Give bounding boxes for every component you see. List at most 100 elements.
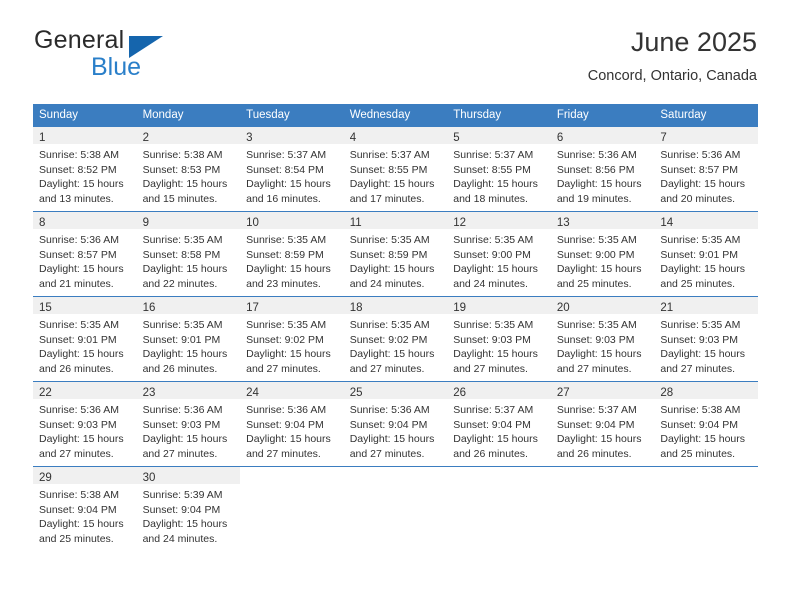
day-details: Sunrise: 5:37 AM Sunset: 8:55 PM Daylight:… (447, 144, 551, 206)
sunset-text: Sunset: 9:03 PM (556, 333, 635, 346)
calendar-day-cell[interactable]: 2 Sunrise: 5:38 AM Sunset: 8:53 PM Daylight… (136, 126, 241, 212)
daylight-text-line2: and 20 minutes. (660, 192, 736, 205)
daylight-text-line1: Daylight: 15 hours (349, 263, 435, 275)
page-header: General Blue June 2025 Concord, Ontario,… (33, 27, 757, 96)
calendar-day-cell[interactable]: 8 Sunrise: 5:36 AM Sunset: 8:57 PM Daylight… (33, 211, 137, 297)
day-cell-content: 29 Sunrise: 5:38 AM Sunset: 9:04 PM Dayligh… (33, 467, 137, 551)
day-details: Sunrise: 5:35 AM Sunset: 9:03 PM Daylight:… (654, 314, 758, 376)
calendar-day-cell[interactable]: 23 Sunrise: 5:36 AM Sunset: 9:03 PM Dayligh… (136, 381, 241, 467)
calendar-day-cell[interactable]: 10 Sunrise: 5:35 AM Sunset: 8:59 PM Dayligh… (240, 211, 344, 297)
calendar-day-cell[interactable]: 17 Sunrise: 5:35 AM Sunset: 9:02 PM Dayligh… (240, 296, 344, 382)
sunset-text: Sunset: 9:00 PM (453, 248, 531, 261)
weekday-header-saturday: Saturday (654, 104, 758, 127)
sunrise-text: Sunrise: 5:37 AM (556, 404, 637, 416)
general-blue-logo[interactable]: General Blue (33, 28, 253, 86)
day-details (447, 484, 551, 488)
sunset-text: Sunset: 9:03 PM (39, 418, 117, 431)
sunrise-text: Sunrise: 5:35 AM (142, 319, 223, 331)
calendar-day-cell[interactable]: 22 Sunrise: 5:36 AM Sunset: 9:03 PM Dayligh… (33, 381, 137, 467)
calendar-day-cell[interactable]: 7 Sunrise: 5:36 AM Sunset: 8:57 PM Daylight… (654, 126, 758, 212)
calendar-day-cell[interactable]: 5 Sunrise: 5:37 AM Sunset: 8:55 PM Daylight… (447, 126, 551, 212)
calendar-day-cell[interactable]: 9 Sunrise: 5:35 AM Sunset: 8:58 PM Daylight… (136, 211, 241, 297)
day-details: Sunrise: 5:35 AM Sunset: 8:59 PM Daylight:… (240, 229, 344, 291)
daylight-text-line2: and 24 minutes. (453, 277, 528, 290)
day-details: Sunrise: 5:35 AM Sunset: 9:01 PM Daylight:… (137, 314, 241, 376)
day-number: 5 (453, 132, 460, 144)
calendar-day-cell[interactable]: 20 Sunrise: 5:35 AM Sunset: 9:03 PM Dayligh… (550, 296, 655, 382)
calendar-day-cell[interactable]: 3 Sunrise: 5:37 AM Sunset: 8:54 PM Daylight… (240, 126, 344, 212)
day-cell-content (447, 467, 551, 551)
day-number-band: 3 (240, 127, 344, 144)
calendar-day-cell[interactable]: 25 Sunrise: 5:36 AM Sunset: 9:04 PM Dayligh… (343, 381, 448, 467)
day-number-band: 14 (654, 212, 758, 229)
calendar-day-cell[interactable]: 11 Sunrise: 5:35 AM Sunset: 8:59 PM Dayligh… (343, 211, 448, 297)
sunrise-text: Sunrise: 5:36 AM (39, 234, 119, 246)
day-number-band: 30 (136, 467, 241, 484)
daylight-text-line2: and 17 minutes. (349, 192, 425, 205)
day-details (240, 484, 344, 488)
sunrise-text: Sunrise: 5:39 AM (142, 489, 223, 501)
calendar-day-cell[interactable]: 14 Sunrise: 5:35 AM Sunset: 9:01 PM Dayligh… (654, 211, 758, 297)
calendar-week-row: 15 Sunrise: 5:35 AM Sunset: 9:01 PM Dayligh… (33, 296, 758, 382)
day-number-band (344, 467, 448, 484)
sunset-text: Sunset: 9:04 PM (453, 418, 531, 431)
day-cell-content (654, 467, 758, 551)
day-number: 23 (142, 387, 156, 399)
daylight-text-line2: and 27 minutes. (556, 362, 632, 375)
day-details: Sunrise: 5:35 AM Sunset: 8:59 PM Daylight:… (344, 229, 448, 291)
daylight-text-line1: Daylight: 15 hours (556, 348, 642, 360)
day-details: Sunrise: 5:35 AM Sunset: 9:02 PM Daylight:… (344, 314, 448, 376)
sunrise-text: Sunrise: 5:36 AM (349, 404, 430, 416)
day-details: Sunrise: 5:35 AM Sunset: 8:58 PM Daylight:… (137, 229, 241, 291)
day-cell-content: 11 Sunrise: 5:35 AM Sunset: 8:59 PM Dayligh… (343, 212, 448, 296)
day-details (654, 484, 758, 488)
calendar-day-cell[interactable]: 16 Sunrise: 5:35 AM Sunset: 9:01 PM Dayligh… (136, 296, 241, 382)
day-details: Sunrise: 5:35 AM Sunset: 9:01 PM Daylight:… (33, 314, 137, 376)
daylight-text-line2: and 27 minutes. (453, 362, 528, 375)
calendar-day-cell[interactable]: 19 Sunrise: 5:35 AM Sunset: 9:03 PM Dayligh… (447, 296, 551, 382)
daylight-text-line1: Daylight: 15 hours (246, 348, 331, 360)
sunrise-text: Sunrise: 5:36 AM (246, 404, 327, 416)
calendar-day-cell[interactable]: 26 Sunrise: 5:37 AM Sunset: 9:04 PM Dayligh… (447, 381, 551, 467)
day-details: Sunrise: 5:37 AM Sunset: 8:54 PM Daylight:… (240, 144, 344, 206)
daylight-text-line2: and 27 minutes. (39, 447, 114, 460)
calendar-day-cell[interactable]: 12 Sunrise: 5:35 AM Sunset: 9:00 PM Dayligh… (447, 211, 551, 297)
day-number-band: 25 (343, 382, 448, 399)
calendar-day-cell[interactable]: 1 Sunrise: 5:38 AM Sunset: 8:52 PM Daylight… (33, 126, 137, 212)
daylight-text-line1: Daylight: 15 hours (246, 433, 331, 445)
day-cell-content: 20 Sunrise: 5:35 AM Sunset: 9:03 PM Dayligh… (550, 297, 655, 381)
day-cell-content: 30 Sunrise: 5:39 AM Sunset: 9:04 PM Dayligh… (136, 467, 241, 551)
daylight-text-line1: Daylight: 15 hours (660, 263, 746, 275)
sunrise-text: Sunrise: 5:38 AM (39, 489, 119, 501)
sunrise-text: Sunrise: 5:35 AM (660, 319, 741, 331)
calendar-day-cell[interactable]: 21 Sunrise: 5:35 AM Sunset: 9:03 PM Dayligh… (654, 296, 758, 382)
calendar-day-cell[interactable]: 15 Sunrise: 5:35 AM Sunset: 9:01 PM Dayligh… (33, 296, 137, 382)
sunset-text: Sunset: 8:55 PM (349, 163, 428, 176)
day-number: 29 (39, 472, 52, 484)
daylight-text-line1: Daylight: 15 hours (142, 263, 228, 275)
day-number-band: 15 (33, 297, 137, 314)
calendar-day-cell[interactable]: 18 Sunrise: 5:35 AM Sunset: 9:02 PM Dayligh… (343, 296, 448, 382)
day-details: Sunrise: 5:37 AM Sunset: 8:55 PM Daylight:… (344, 144, 448, 206)
day-cell-content: 21 Sunrise: 5:35 AM Sunset: 9:03 PM Dayligh… (654, 297, 758, 381)
calendar-day-cell[interactable]: 30 Sunrise: 5:39 AM Sunset: 9:04 PM Dayligh… (136, 466, 241, 551)
day-cell-content: 17 Sunrise: 5:35 AM Sunset: 9:02 PM Dayligh… (240, 297, 344, 381)
day-cell-content: 18 Sunrise: 5:35 AM Sunset: 9:02 PM Dayligh… (343, 297, 448, 381)
day-cell-content: 23 Sunrise: 5:36 AM Sunset: 9:03 PM Dayligh… (136, 382, 241, 466)
calendar-day-cell[interactable]: 28 Sunrise: 5:38 AM Sunset: 9:04 PM Dayligh… (654, 381, 758, 467)
day-details: Sunrise: 5:38 AM Sunset: 9:04 PM Daylight:… (654, 399, 758, 461)
page-title: June 2025 (630, 27, 757, 57)
calendar-day-cell[interactable]: 24 Sunrise: 5:36 AM Sunset: 9:04 PM Dayligh… (240, 381, 344, 467)
calendar-day-cell[interactable]: 27 Sunrise: 5:37 AM Sunset: 9:04 PM Dayligh… (550, 381, 655, 467)
day-number: 24 (246, 387, 259, 399)
calendar-day-cell[interactable]: 29 Sunrise: 5:38 AM Sunset: 9:04 PM Dayligh… (33, 466, 137, 551)
daylight-text-line1: Daylight: 15 hours (142, 348, 228, 360)
calendar-day-cell[interactable]: 13 Sunrise: 5:35 AM Sunset: 9:00 PM Dayligh… (550, 211, 655, 297)
day-number-band: 17 (240, 297, 344, 314)
day-cell-content: 6 Sunrise: 5:36 AM Sunset: 8:56 PM Daylight… (550, 127, 655, 211)
sunrise-text: Sunrise: 5:35 AM (349, 319, 430, 331)
calendar-day-cell[interactable]: 4 Sunrise: 5:37 AM Sunset: 8:55 PM Daylight… (343, 126, 448, 212)
sunrise-text: Sunrise: 5:37 AM (453, 404, 534, 416)
day-number: 13 (556, 217, 570, 229)
calendar-day-cell[interactable]: 6 Sunrise: 5:36 AM Sunset: 8:56 PM Daylight… (550, 126, 655, 212)
